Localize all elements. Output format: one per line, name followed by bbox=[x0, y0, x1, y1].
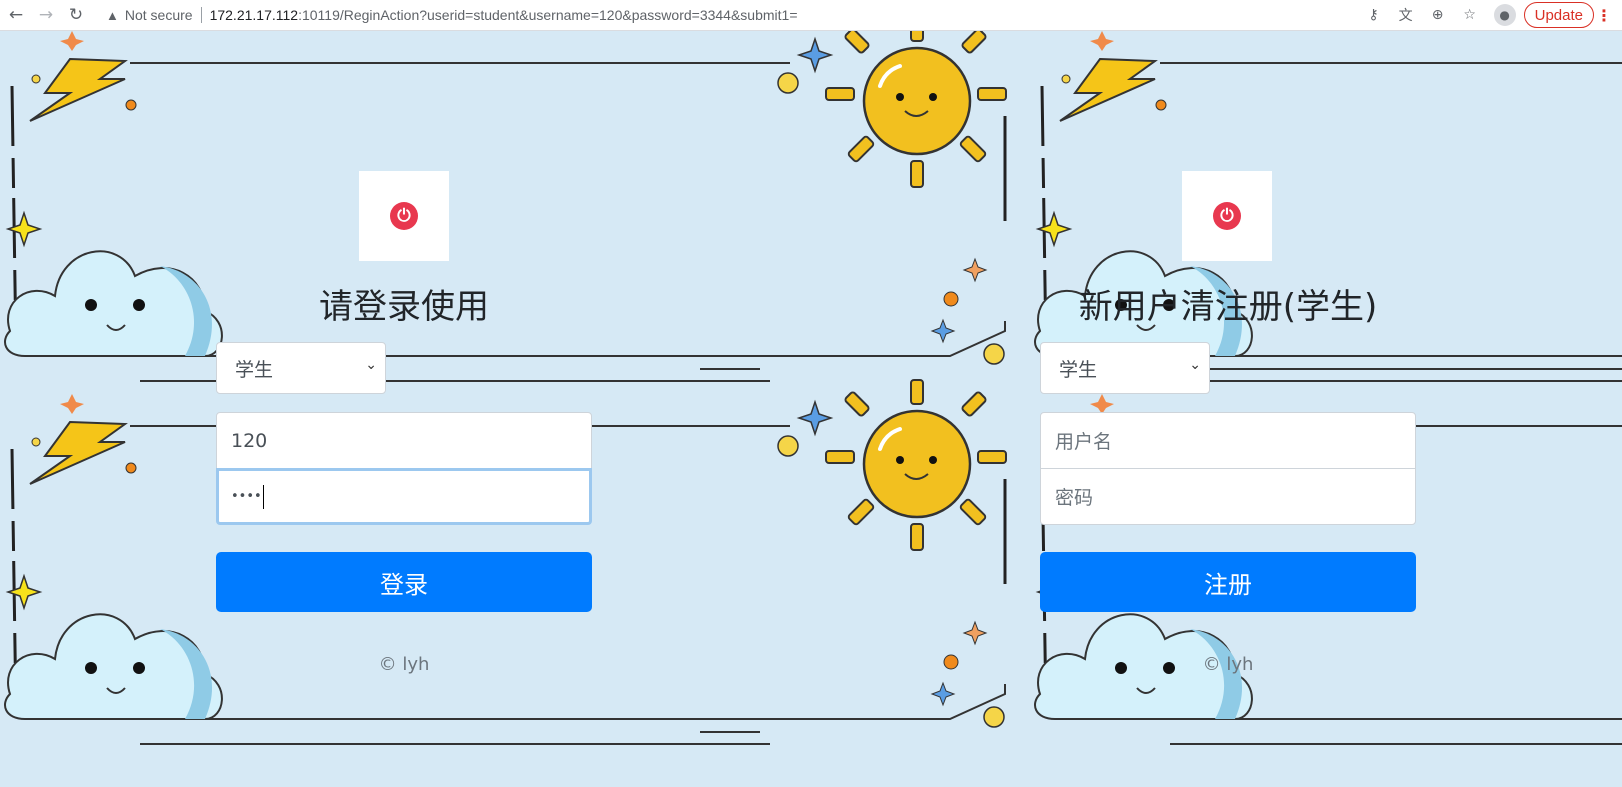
forward-arrow-icon[interactable]: → bbox=[32, 1, 60, 29]
profile-avatar-icon[interactable]: ● bbox=[1493, 4, 1516, 26]
login-password-value: •••• bbox=[231, 489, 262, 504]
register-username-placeholder: 用户名 bbox=[1055, 431, 1113, 453]
chevron-down-icon: ⌄ bbox=[1189, 357, 1201, 373]
zoom-icon[interactable]: ⊕ bbox=[1422, 7, 1454, 23]
url-path: :10119/ReginAction?userid=student&userna… bbox=[298, 7, 798, 23]
register-role-value: 学生 bbox=[1059, 358, 1098, 381]
key-icon[interactable]: ⚷ bbox=[1358, 7, 1390, 23]
login-role-select[interactable]: 学生 ⌄ bbox=[216, 342, 386, 394]
login-role-value: 学生 bbox=[235, 358, 274, 381]
translate-icon[interactable]: 文 bbox=[1390, 5, 1422, 25]
menu-kebab-icon[interactable]: ⋮ bbox=[1594, 6, 1614, 25]
register-title: 新用户清注册(学生) bbox=[1078, 287, 1378, 327]
security-status[interactable]: Not secure bbox=[125, 7, 193, 23]
register-password-field[interactable]: 密码 bbox=[1040, 468, 1416, 525]
browser-toolbar: ← → ↻ ▲ Not secure 172.21.17.112:10119/R… bbox=[0, 0, 1622, 31]
page-background: ⏻ 请登录使用 学生 ⌄ 120 •••• 登录 © lyh ⏻ 新用户清注册(… bbox=[0, 31, 1622, 787]
power-icon: ⏻ bbox=[390, 202, 418, 230]
register-username-field[interactable]: 用户名 bbox=[1040, 412, 1416, 469]
login-logo: ⏻ bbox=[359, 171, 449, 261]
login-footer: © lyh bbox=[378, 654, 430, 675]
register-role-select[interactable]: 学生 ⌄ bbox=[1040, 342, 1210, 394]
power-icon: ⏻ bbox=[1213, 202, 1241, 230]
back-arrow-icon[interactable]: ← bbox=[2, 1, 30, 29]
login-username-field[interactable]: 120 bbox=[216, 412, 592, 469]
login-button[interactable]: 登录 bbox=[216, 552, 592, 612]
login-username-value: 120 bbox=[231, 429, 268, 452]
text-caret bbox=[262, 484, 264, 509]
warning-icon: ▲ bbox=[106, 7, 119, 23]
address-bar[interactable]: ▲ Not secure 172.21.17.112:10119/ReginAc… bbox=[98, 1, 1358, 29]
register-button[interactable]: 注册 bbox=[1040, 552, 1416, 612]
address-divider bbox=[200, 7, 202, 23]
register-password-placeholder: 密码 bbox=[1055, 487, 1094, 509]
login-password-field[interactable]: •••• bbox=[216, 468, 592, 525]
chevron-down-icon: ⌄ bbox=[365, 357, 377, 373]
register-logo: ⏻ bbox=[1182, 171, 1272, 261]
star-icon[interactable]: ☆ bbox=[1454, 7, 1486, 23]
url-host: 172.21.17.112 bbox=[209, 7, 299, 23]
reload-icon[interactable]: ↻ bbox=[62, 1, 90, 29]
update-button[interactable]: Update bbox=[1523, 2, 1594, 28]
register-footer: © lyh bbox=[1202, 654, 1254, 675]
login-title: 请登录使用 bbox=[319, 287, 489, 327]
